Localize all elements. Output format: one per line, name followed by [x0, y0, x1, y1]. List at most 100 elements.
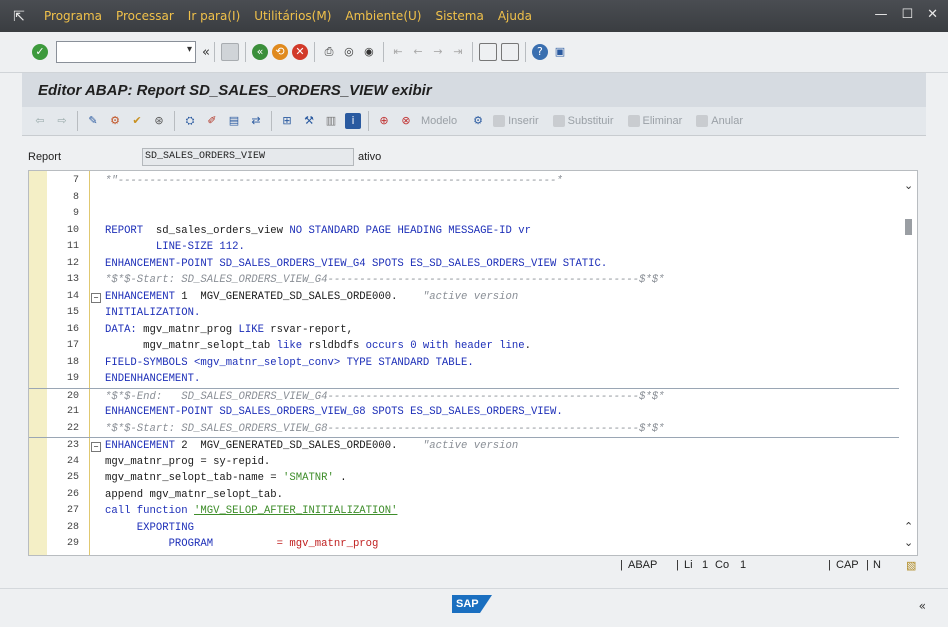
undo-label: Anular [711, 115, 744, 127]
scroll-thumb[interactable] [905, 219, 912, 235]
code-line[interactable]: 29 PROGRAM = mgv_matnr_prog [29, 536, 899, 552]
save-icon[interactable] [220, 43, 239, 61]
code-line[interactable]: 28 EXPORTING [29, 520, 899, 536]
activate-icon[interactable]: ⊛ [151, 113, 167, 129]
enter-check-icon[interactable]: ✓ [32, 44, 48, 60]
command-input[interactable] [57, 43, 183, 61]
code-line[interactable]: 9 [29, 206, 899, 222]
toolbar-separator [471, 42, 473, 62]
code-line[interactable]: 26 append mgv_matnr_selopt_tab. [29, 487, 899, 503]
test-icon[interactable]: ▤ [226, 113, 242, 129]
back-icon[interactable]: « [251, 44, 268, 60]
delete-icon [627, 115, 640, 127]
code-line[interactable]: 15 INITIALIZATION. [29, 305, 899, 321]
code-line[interactable]: 8 [29, 190, 899, 206]
find-icon[interactable]: ◎ [341, 44, 357, 60]
enhancement-info-icon[interactable]: ⊗ [398, 113, 414, 129]
display-change-icon[interactable]: ✎ [85, 113, 101, 129]
command-field[interactable]: ▾ [56, 41, 196, 63]
scroll-up-icon[interactable]: ⌄ [904, 179, 913, 192]
code-text: ENHANCEMENT 1 MGV_GENERATED_SD_SALES_ORD… [105, 290, 519, 303]
code-line[interactable]: 10 REPORT sd_sales_orders_view NO STANDAR… [29, 223, 899, 239]
menu-ir-para[interactable]: Ir para(I) [188, 9, 240, 23]
last-page-icon[interactable]: ⇥ [450, 44, 466, 60]
layout-settings-icon[interactable]: ▣ [552, 44, 568, 60]
split-screen-icon[interactable]: ▥ [323, 113, 339, 129]
chevron-down-icon[interactable]: ▾ [187, 44, 192, 55]
menu-ambiente[interactable]: Ambiente(U) [345, 9, 421, 23]
fold-toggle-icon[interactable]: − [91, 292, 101, 303]
menu-utilitarios[interactable]: Utilitários(M) [254, 9, 331, 23]
report-status: ativo [358, 151, 382, 163]
line-number: 7 [72, 175, 79, 186]
print-icon[interactable]: ⎙ [321, 44, 337, 60]
object-list-icon[interactable]: ⇄ [248, 113, 264, 129]
code-line[interactable]: 14 − ENHANCEMENT 1 MGV_GENERATED_SD_SALES_… [29, 289, 899, 305]
code-line[interactable]: 16 DATA: mgv_matnr_prog LIKE rsvar-report… [29, 322, 899, 338]
code-line[interactable]: 24 mgv_matnr_prog = sy-repid. [29, 454, 899, 470]
exit-icon[interactable]: ⟲ [271, 44, 288, 60]
code-editor[interactable]: 7 *"-------------------------------------… [28, 170, 918, 556]
code-line[interactable]: 12 ENHANCEMENT-POINT SD_SALES_ORDERS_VIEW… [29, 256, 899, 272]
pretty-printer-icon[interactable]: ✐ [204, 113, 220, 129]
expand-status-icon[interactable]: « [919, 599, 926, 613]
maximize-button[interactable]: ☐ [901, 7, 913, 22]
previous-page-icon[interactable]: ← [410, 44, 426, 60]
cancel-icon[interactable]: ✕ [291, 44, 308, 60]
vertical-scrollbar[interactable]: ⌄ ⌃ ⌄ [901, 171, 917, 555]
enhance-icon[interactable]: ⊕ [376, 113, 392, 129]
code-line[interactable]: 21 ENHANCEMENT-POINT SD_SALES_ORDERS_VIEW… [29, 404, 899, 420]
fold-toggle-icon[interactable]: − [91, 442, 101, 452]
minimize-button[interactable]: — [874, 7, 887, 22]
code-line[interactable]: 19 ENDENHANCEMENT. [29, 371, 899, 387]
code-line[interactable]: 17 mgv_matnr_selopt_tab like rsldbdfs oc… [29, 338, 899, 354]
code-text: mgv_matnr_selopt_tab-name = 'SMATNR' . [105, 472, 347, 484]
hierarchy-icon[interactable]: ⊞ [279, 113, 295, 129]
scroll-up-small-icon[interactable]: ⌃ [904, 520, 913, 533]
line-number: 21 [66, 406, 79, 417]
navigation-icon[interactable]: ⚒ [301, 113, 317, 129]
help-icon[interactable]: ? [531, 44, 548, 60]
shortcut-icon[interactable] [500, 43, 519, 61]
code-line[interactable]: 11 LINE-SIZE 112. [29, 239, 899, 255]
menu-ajuda[interactable]: Ajuda [498, 9, 532, 23]
enhancement-operations-icon[interactable]: ⚙ [470, 113, 486, 129]
model-button[interactable]: Modelo [421, 115, 457, 127]
code-line[interactable]: 23 − ENHANCEMENT 2 MGV_GENERATED_SD_SALES_… [29, 437, 899, 454]
code-line[interactable]: 13 *$*$-Start: SD_SALES_ORDERS_VIEW_G4---… [29, 272, 899, 288]
menu-sistema[interactable]: Sistema [435, 9, 483, 23]
collapse-command-icon[interactable]: « [202, 45, 210, 60]
code-line[interactable]: 25 mgv_matnr_selopt_tab-name = 'SMATNR' . [29, 470, 899, 486]
line-number: 23 [66, 440, 79, 451]
new-session-icon[interactable] [478, 43, 497, 61]
undo-button[interactable]: Anular [696, 115, 743, 127]
menu-processar[interactable]: Processar [116, 9, 174, 23]
line-number: 26 [66, 488, 79, 500]
find-next-icon[interactable]: ◉ [361, 44, 377, 60]
code-line[interactable]: 27 call function 'MGV_SELOP_AFTER_INITIAL… [29, 503, 899, 519]
where-used-icon[interactable]: ⛭ [182, 113, 198, 129]
menu-programa[interactable]: Programa [44, 9, 102, 23]
delete-button[interactable]: Eliminar [627, 115, 682, 127]
system-menu-icon[interactable]: ⇱ [8, 7, 30, 25]
insert-button[interactable]: Inserir [493, 115, 539, 127]
code-line[interactable]: 22 *$*$-Start: SD_SALES_ORDERS_VIEW_G8---… [29, 421, 899, 437]
code-text: DATA: mgv_matnr_prog LIKE rsvar-report, [105, 323, 353, 336]
back-arrow-icon[interactable]: ⇦ [32, 113, 48, 129]
code-line[interactable]: 18 FIELD-SYMBOLS <mgv_matnr_selopt_conv> … [29, 355, 899, 371]
status-bar-icon[interactable]: ▧ [906, 559, 916, 572]
next-page-icon[interactable]: → [430, 44, 446, 60]
code-line[interactable]: 20 *$*$-End: SD_SALES_ORDERS_VIEW_G4-----… [29, 387, 899, 405]
first-page-icon[interactable]: ⇤ [390, 44, 406, 60]
active-inactive-icon[interactable]: ⚙ [107, 113, 123, 129]
scroll-down-icon[interactable]: ⌄ [904, 536, 913, 549]
replace-button[interactable]: Substituir [552, 115, 614, 127]
toolbar-separator [244, 42, 246, 62]
check-icon[interactable]: ✔ [129, 113, 145, 129]
report-name-field[interactable]: SD_SALES_ORDERS_VIEW [142, 148, 354, 166]
close-button[interactable]: ✕ [927, 7, 938, 22]
line-number: 28 [66, 521, 79, 533]
forward-arrow-icon[interactable]: ⇨ [54, 113, 70, 129]
code-line[interactable]: 7 *"-------------------------------------… [29, 173, 899, 189]
info-icon[interactable]: i [345, 113, 361, 129]
